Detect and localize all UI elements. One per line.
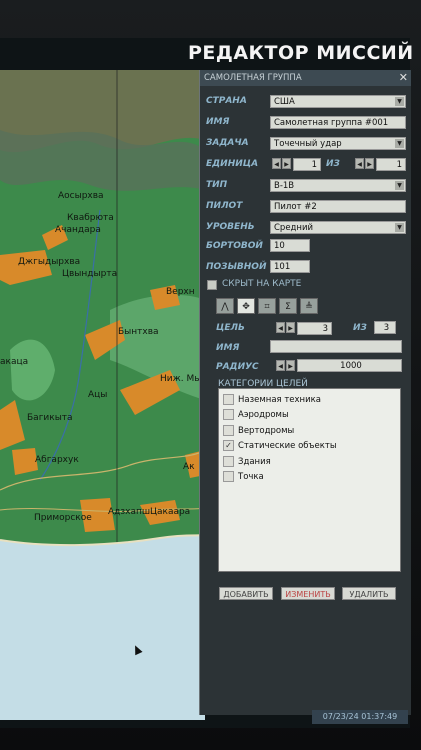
target-label: ЦЕЛЬ — [216, 323, 245, 333]
map-label: Аосырхва — [58, 191, 104, 201]
pilot-input[interactable]: Пилот #2 — [270, 200, 406, 213]
checkbox[interactable] — [223, 456, 234, 467]
map-label: Приморское — [34, 513, 92, 523]
target-categories-list: Наземная техника Аэродромы Вертодромы ✓ С… — [218, 388, 401, 572]
map-label: Ачандара — [55, 225, 101, 235]
delete-button[interactable]: УДАЛИТЬ — [342, 587, 396, 600]
category-point[interactable]: Точка — [223, 471, 264, 482]
unit-label: ЕДИНИЦА — [206, 159, 259, 169]
map-label: Ацы — [88, 390, 108, 400]
sigma-icon[interactable]: Σ — [279, 298, 297, 314]
task-label: ЗАДАЧА — [206, 138, 249, 148]
panel-title: САМОЛЕТНАЯ ГРУППА — [200, 70, 411, 86]
app-title: РЕДАКТОР МИССИЙ — [188, 42, 414, 64]
add-button[interactable]: ДОБАВИТЬ — [219, 587, 273, 600]
target-icon[interactable]: ✥ — [237, 298, 255, 314]
checkbox[interactable] — [223, 409, 234, 420]
map-label: Адзхапш — [108, 507, 151, 517]
checkmark-icon[interactable]: ✓ — [223, 440, 234, 451]
unit-of-label: ИЗ — [326, 159, 340, 169]
hidden-on-map-checkbox[interactable] — [207, 280, 217, 290]
country-label: СТРАНА — [206, 96, 247, 106]
map-label: Бынтхва — [118, 327, 159, 337]
category-static-objects[interactable]: ✓ Статические объекты — [223, 440, 337, 451]
unit-total-field[interactable]: 1 — [376, 158, 406, 171]
skill-level-select[interactable]: Средний ▼ — [270, 221, 406, 234]
radius-field[interactable]: 1000 — [297, 359, 402, 372]
board-number-label: БОРТОВОЙ — [206, 241, 263, 251]
callsign-label: ПОЗЫВНОЙ — [206, 262, 267, 272]
category-airfields[interactable]: Аэродромы — [223, 409, 289, 420]
radius-prev-button[interactable]: ◀ — [276, 360, 285, 371]
target-number-field[interactable]: 3 — [297, 322, 332, 335]
country-select[interactable]: США ▼ — [270, 95, 406, 108]
triangle-icon[interactable]: ≜ — [300, 298, 318, 314]
map-label: Верхн — [166, 287, 195, 297]
radius-label: РАДИУС — [216, 362, 259, 372]
map-label: Квабрюта — [67, 213, 114, 223]
board-number-input[interactable]: 10 — [270, 239, 310, 252]
category-buildings[interactable]: Здания — [223, 456, 271, 467]
task-select[interactable]: Точечный удар ▼ — [270, 137, 406, 150]
target-name-input[interactable] — [270, 340, 402, 353]
group-name-input[interactable]: Самолетная группа #001 — [270, 116, 406, 129]
map-view[interactable]: Аосырхва Квабрюта Ачандара Джгыдырхва Цв… — [0, 70, 205, 720]
category-ground-vehicles[interactable]: Наземная техника — [223, 394, 321, 405]
close-icon[interactable]: ✕ — [399, 71, 408, 84]
map-label: Джгыдырхва — [18, 257, 81, 267]
target-total-field[interactable]: 3 — [374, 321, 396, 334]
edit-button[interactable]: ИЗМЕНИТЬ — [281, 587, 335, 600]
category-heliports[interactable]: Вертодромы — [223, 425, 294, 436]
checkbox[interactable] — [223, 471, 234, 482]
hidden-on-map-label: СКРЫТ НА КАРТЕ — [222, 279, 302, 289]
type-label: ТИП — [206, 180, 228, 190]
map-label: акаца — [0, 357, 29, 367]
unit-number-field[interactable]: 1 — [293, 158, 321, 171]
unit-total-prev-button[interactable]: ◀ — [355, 158, 364, 169]
chevron-down-icon: ▼ — [395, 181, 404, 190]
target-of-label: ИЗ — [353, 323, 367, 333]
target-name-label: ИМЯ — [216, 343, 240, 353]
target-next-button[interactable]: ▶ — [286, 322, 295, 333]
name-label: ИМЯ — [206, 117, 230, 127]
chevron-down-icon: ▼ — [395, 139, 404, 148]
map-label: Ак — [183, 462, 195, 472]
checkbox[interactable] — [223, 425, 234, 436]
unit-total-next-button[interactable]: ▶ — [365, 158, 374, 169]
map-label: Абгархук — [35, 455, 79, 465]
unit-prev-button[interactable]: ◀ — [272, 158, 281, 169]
map-label: Цакаара — [150, 507, 191, 517]
route-icon[interactable]: ⋀ — [216, 298, 234, 314]
chevron-down-icon: ▼ — [395, 97, 404, 106]
map-label: Багикыта — [27, 413, 73, 423]
waypoint-toolbar: ⋀ ✥ ⌗ Σ ≜ — [204, 298, 406, 316]
target-prev-button[interactable]: ◀ — [276, 322, 285, 333]
radius-next-button[interactable]: ▶ — [286, 360, 295, 371]
level-label: УРОВЕНЬ — [206, 222, 255, 232]
status-time: 07/23/24 01:37:49 — [312, 710, 408, 724]
sea-area — [0, 535, 205, 720]
checkbox[interactable] — [223, 394, 234, 405]
aircraft-type-select[interactable]: B-1B ▼ — [270, 179, 406, 192]
pilot-label: ПИЛОТ — [206, 201, 243, 211]
map-label: Цвындырта — [62, 269, 118, 279]
waypoint-icon[interactable]: ⌗ — [258, 298, 276, 314]
map-label: Ниж. Мь — [160, 374, 200, 384]
aircraft-group-panel: САМОЛЕТНАЯ ГРУППА ✕ СТРАНА США ▼ ИМЯ Само… — [199, 70, 411, 715]
unit-next-button[interactable]: ▶ — [282, 158, 291, 169]
callsign-input[interactable]: 101 — [270, 260, 310, 273]
chevron-down-icon: ▼ — [395, 223, 404, 232]
